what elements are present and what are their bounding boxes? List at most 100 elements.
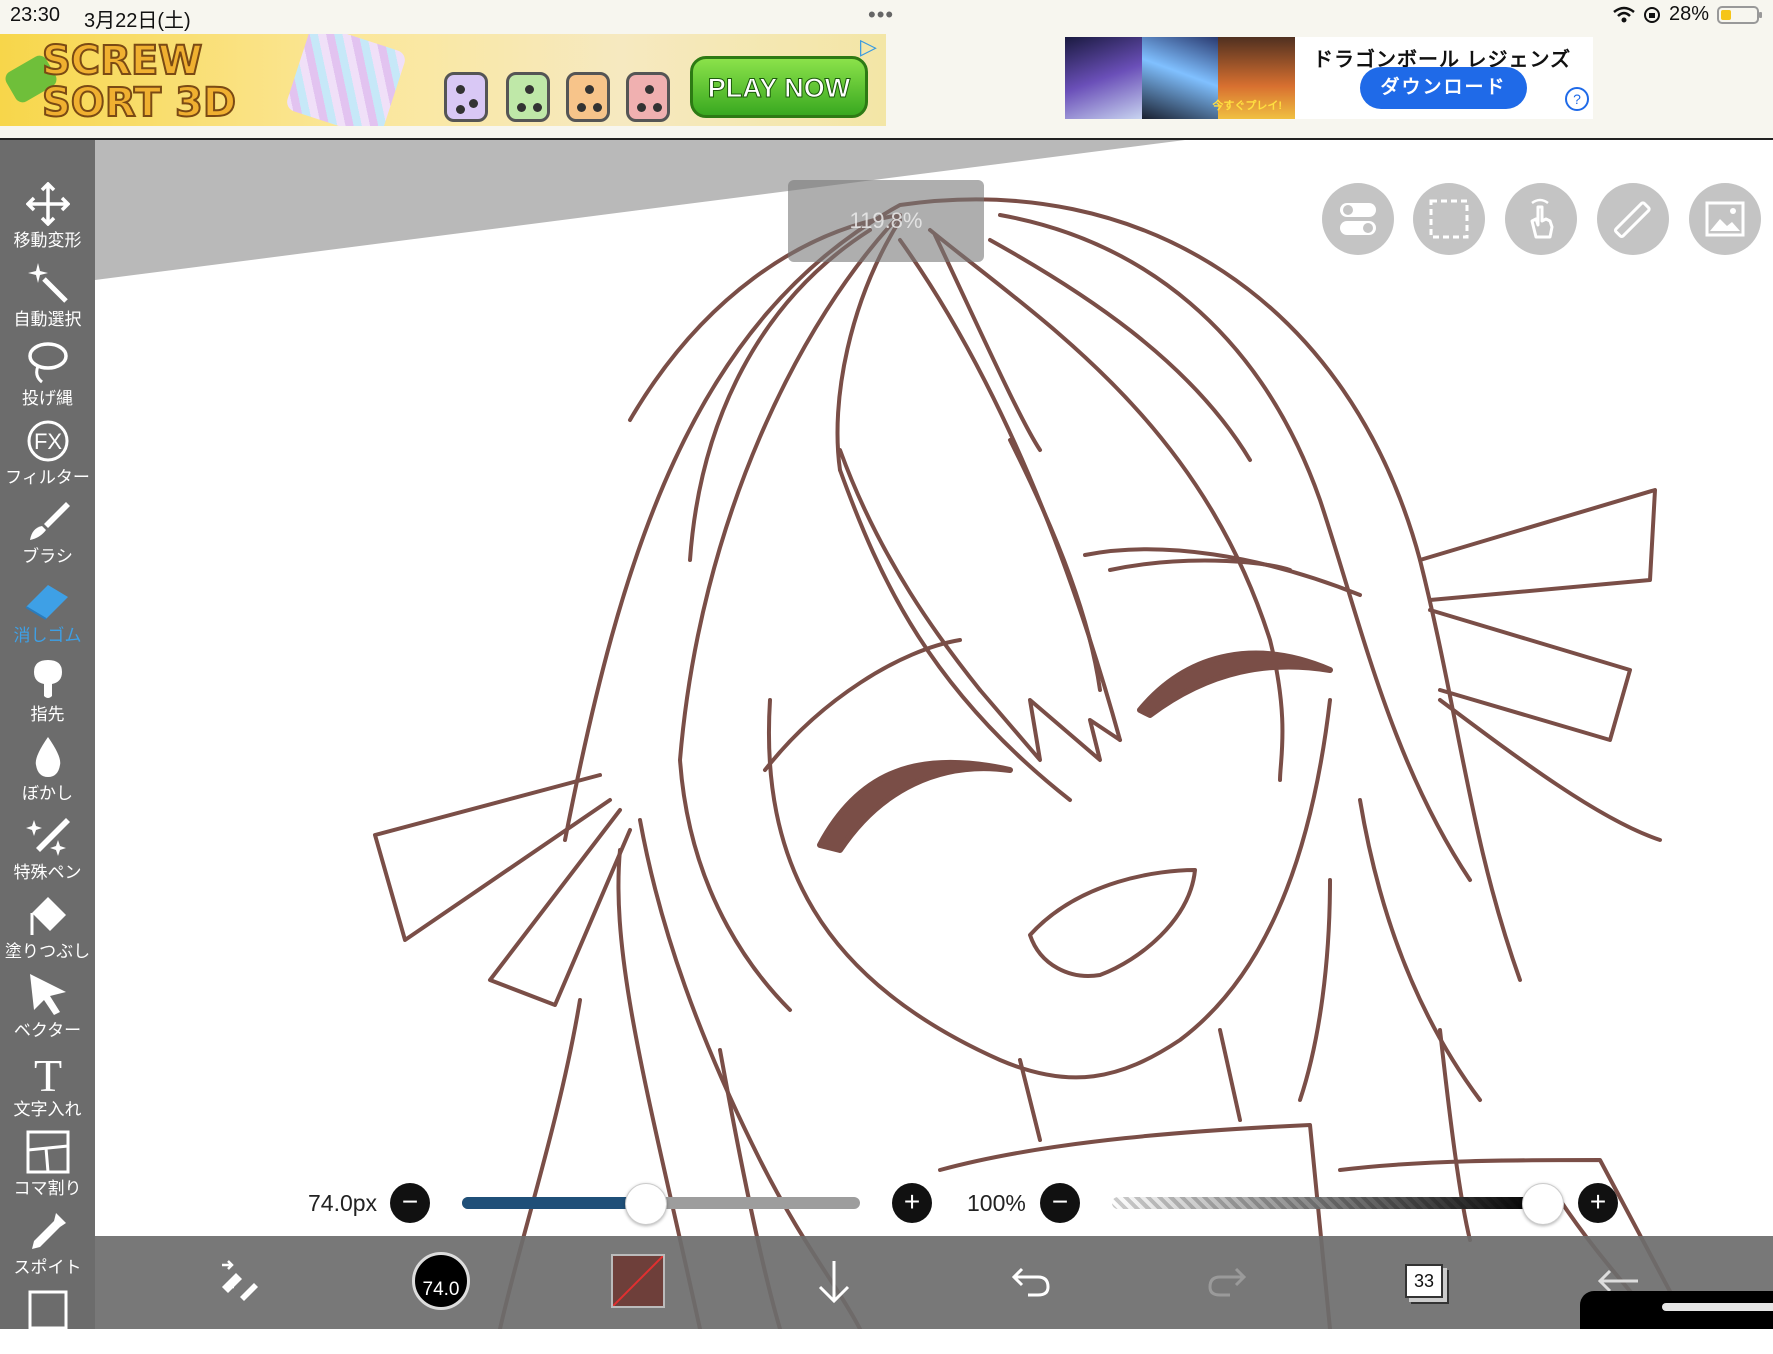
sketch-eye-left (817, 759, 1013, 853)
download-layer-button[interactable] (801, 1248, 867, 1314)
sketch-hair-strand-1 (898, 238, 1122, 742)
tool-eraser[interactable]: 消しゴム (0, 573, 95, 645)
ad-banner-dragonball[interactable]: 今すぐプレイ! ドラゴンボール レジェンズ ダウンロード ? (1065, 37, 1593, 119)
ad-right-artwork: 今すぐプレイ! (1065, 37, 1296, 119)
secondary-color-slash-icon (613, 1256, 663, 1306)
brush-size-slider-thumb[interactable] (625, 1183, 668, 1225)
undo-icon (1011, 1267, 1050, 1297)
tool-label: スポイト (13, 1258, 82, 1277)
ad-tile-pip (517, 103, 526, 112)
ad-tile-pip (525, 85, 534, 94)
quick-gesture-button[interactable] (1505, 183, 1577, 255)
ad-tile-pip (585, 85, 594, 94)
ad-left-title: SCREW SORT 3D (41, 38, 237, 126)
tool-fx[interactable]: FX フィルター (0, 415, 95, 487)
sketch-ribbon-right-bottom (1428, 608, 1632, 742)
lasso-icon (0, 340, 95, 384)
ad-help-icon[interactable]: ? (1565, 87, 1589, 111)
tool-move-transform[interactable]: 移動変形 (0, 178, 95, 250)
tool-special-pen[interactable]: 特殊ペン (0, 810, 95, 882)
ad-download-button[interactable]: ダウンロード (1360, 67, 1527, 109)
opacity-plus-button[interactable]: + (1578, 1183, 1618, 1223)
battery-fill (1721, 9, 1731, 20)
toggle-icon (1340, 203, 1376, 235)
quick-image-button[interactable] (1689, 183, 1761, 255)
tool-label: ブラシ (22, 547, 73, 566)
move-transform-icon (0, 182, 95, 226)
redo-button[interactable] (1195, 1248, 1261, 1314)
tool-fill-bucket[interactable]: 塗りつぶし (0, 889, 95, 961)
sketch-bangs-zigzag (978, 688, 1122, 762)
canvas-frame-icon (0, 1288, 95, 1332)
location-lock-icon (1643, 6, 1660, 23)
status-time: 23:30 (10, 4, 61, 26)
tool-finger-smudge[interactable]: 指先 (0, 652, 95, 724)
color-swatch-button[interactable] (605, 1248, 671, 1314)
swap-brush-eraser-button[interactable] (205, 1248, 271, 1314)
ad-strip: SCREW SORT 3D PLAY NOW ▷ 今すぐプレイ! ドラゴンボール… (0, 32, 1773, 140)
finger-smudge-icon (0, 656, 95, 700)
tool-canvas-frame[interactable] (0, 1284, 95, 1354)
svg-text:T: T (33, 1051, 61, 1095)
tool-label: 文字入れ (13, 1100, 82, 1119)
text-tool-icon: T (0, 1051, 95, 1095)
vector-arrow-icon (0, 972, 95, 1016)
drawing-canvas[interactable] (0, 140, 1773, 1329)
ad-art-panel-2 (1141, 37, 1219, 119)
sketch-artwork (95, 140, 1692, 1329)
sketch-hair-inner-1 (678, 213, 902, 1012)
tool-label: ぼかし (22, 784, 73, 803)
opacity-slider-thumb[interactable] (1522, 1183, 1564, 1225)
ad-tile-pip (469, 99, 478, 108)
quick-ruler-button[interactable] (1597, 183, 1669, 255)
ad-tile-red (626, 72, 670, 122)
tool-magic-wand[interactable]: 自動選択 (0, 257, 95, 329)
undo-button[interactable] (997, 1248, 1063, 1314)
tool-panel-divide[interactable]: コマ割り (0, 1126, 95, 1198)
tool-vector-arrow[interactable]: ベクター (0, 968, 95, 1040)
opacity-minus-button[interactable]: − (1040, 1183, 1080, 1223)
tool-blur-drop[interactable]: ぼかし (0, 731, 95, 803)
current-color-swatch (611, 1254, 665, 1308)
ad-tile-pip (653, 103, 662, 112)
sketch-ribbon-right-top (1418, 488, 1657, 602)
tool-label: 塗りつぶし (4, 942, 91, 961)
brush-size-label: 74.0px (308, 1190, 378, 1216)
ad-choices-icon[interactable]: ▷ (860, 34, 877, 60)
brush-size-badge: 74.0 (412, 1252, 470, 1310)
sketch-ribbon-left-bottom (488, 808, 632, 1007)
brush-size-slider-fill (462, 1197, 646, 1209)
opacity-slider[interactable] (1112, 1197, 1542, 1209)
blur-drop-icon (0, 735, 95, 779)
brush-size-plus-button[interactable]: + (892, 1183, 932, 1223)
multitasking-dots[interactable]: ••• (868, 2, 894, 28)
ad-tile-pip (456, 85, 465, 94)
layer-count-badge: 33 (1405, 1264, 1443, 1298)
eyedropper-icon (0, 1209, 95, 1253)
sketch-hair-strand-5 (1008, 438, 1102, 692)
arrow-down-icon (818, 1261, 850, 1304)
tool-eyedropper[interactable]: スポイト (0, 1205, 95, 1277)
home-indicator[interactable] (1662, 1303, 1773, 1311)
ad-art-panel-1 (1065, 37, 1142, 119)
fill-bucket-icon (0, 893, 95, 937)
special-pen-icon (0, 814, 95, 858)
brush-size-badge-text: 74.0 (422, 1279, 460, 1300)
layers-button[interactable]: 33 (1391, 1248, 1457, 1314)
ad-tile-pip (645, 85, 654, 94)
tool-text-tool[interactable]: T 文字入れ (0, 1047, 95, 1119)
ad-banner-screw-sort[interactable]: SCREW SORT 3D PLAY NOW ▷ (0, 34, 886, 126)
brush-size-quick-button[interactable]: 74.0 (408, 1248, 474, 1314)
ruler-icon (1613, 201, 1651, 239)
tool-label: 自動選択 (13, 310, 82, 329)
selection-rect-icon (1429, 199, 1469, 239)
quick-toggle-button[interactable] (1322, 183, 1394, 255)
tool-lasso[interactable]: 投げ縄 (0, 336, 95, 408)
tool-label: 消しゴム (13, 626, 82, 645)
brush-size-minus-button[interactable]: − (390, 1183, 430, 1223)
quick-selection-button[interactable] (1413, 183, 1485, 255)
sketch-side-hair-7 (1298, 878, 1332, 1102)
svg-text:FX: FX (33, 429, 61, 454)
tool-brush[interactable]: ブラシ (0, 494, 95, 566)
ad-play-now-button[interactable]: PLAY NOW (690, 56, 868, 118)
